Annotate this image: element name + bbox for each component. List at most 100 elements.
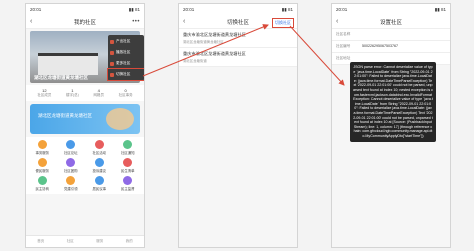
service-item[interactable]: 社区团购	[57, 158, 86, 173]
service-icon	[37, 158, 47, 167]
tab-home[interactable]: 首页	[37, 239, 44, 244]
menu-item-label: 切换社区	[116, 72, 131, 76]
phone-set-community: 20:01 ▮▮ 81 ‹ 设置社区 社区名称 社区编号 500226295067…	[331, 3, 451, 248]
stat-label: 社区事务	[118, 93, 133, 97]
service-item[interactable]: 民生清单	[114, 158, 143, 173]
info-row-name[interactable]: 社区名称	[332, 29, 450, 41]
people-illustration	[106, 108, 134, 130]
stat-item: 4 网格员	[93, 88, 104, 98]
nav-bar: ‹ 设置社区	[332, 15, 450, 29]
stat-label: 社区成员	[37, 93, 52, 97]
service-icon	[94, 140, 104, 149]
status-bar: 20:01 ▮▮ 81	[26, 4, 144, 15]
status-icons: ▮▮ 81	[281, 6, 293, 12]
switch-community-button[interactable]: 切换社区	[272, 18, 294, 28]
menu-icon	[110, 61, 114, 66]
stat-item: 0 社区事务	[119, 88, 133, 98]
tab-community[interactable]: 社区	[67, 239, 74, 244]
community-sub: 湖北区龙塘街道黄龙塘社区	[183, 40, 224, 44]
service-icon	[37, 176, 47, 185]
service-icon	[94, 158, 104, 167]
community-menu: 产出社区 播放社区 更多社区 切换社区	[107, 35, 144, 81]
service-label: 社区论坛	[63, 151, 78, 155]
stat-label: 楼宇(总)	[65, 93, 79, 97]
phone-my-community: 20:01 ▮▮ 81 ‹ 我的社区 ••• 湖北区龙塘街道黄龙塘社区 产出社区…	[25, 3, 145, 248]
error-toast: JSON parse error: Cannot deserialize val…	[350, 62, 436, 142]
community-name: 重庆市渝北区龙塘街道黄龙塘社区	[183, 32, 246, 37]
info-key: 社区名称	[336, 32, 351, 36]
community-stats: 12 社区成员 1 楼宇(总) 4 网格员 0 社区事务	[26, 85, 144, 101]
status-icons: ▮▮ 81	[128, 6, 140, 12]
menu-item-more[interactable]: 更多社区	[108, 58, 144, 69]
service-label: 党建引领	[63, 187, 78, 191]
tab-bar: 首页 社区 服务 我的	[26, 235, 144, 247]
service-icon	[94, 176, 104, 185]
service-item[interactable]: 居民议事	[85, 176, 114, 191]
status-time: 20:01	[336, 7, 348, 12]
tutorial-composite: 20:01 ▮▮ 81 ‹ 我的社区 ••• 湖北区龙塘街道黄龙塘社区 产出社区…	[0, 0, 474, 251]
stat-item: 12 社区成员	[37, 88, 51, 98]
service-grid: 事务服务 社区论坛 社区活动 社区通知便民服务 社区团购 投诉建议 民生清单民主协商 党建引领…	[26, 137, 144, 194]
service-label: 居民议事	[92, 187, 107, 191]
service-icon	[66, 158, 76, 167]
info-key: 社区编号	[336, 44, 351, 48]
community-name: 重庆市渝北区龙塘街道黄龙塘社区	[183, 51, 246, 56]
menu-item-label: 更多社区	[116, 61, 131, 65]
back-icon[interactable]: ‹	[183, 18, 185, 25]
service-item[interactable]: 社区通知	[114, 140, 143, 155]
info-key: 社区地址	[336, 56, 351, 60]
service-label: 民生清单	[120, 169, 135, 173]
nav-bar: ‹ 我的社区 •••	[26, 15, 144, 29]
building-image	[38, 53, 98, 75]
tab-mine[interactable]: 我的	[126, 239, 133, 244]
menu-item-label: 播放社区	[116, 50, 131, 54]
service-label: 事务服务	[35, 151, 50, 155]
status-bar: 20:01 ▮▮ 81	[332, 4, 450, 15]
service-item[interactable]: 社区活动	[85, 140, 114, 155]
community-list-item[interactable]: 重庆市渝北区龙塘街道黄龙塘社区 湖北区龙塘街道黄龙塘社区	[179, 29, 297, 48]
community-list-item[interactable]: 重庆市渝北区龙塘街道黄龙塘社区 湖北区龙塘街道	[179, 48, 297, 67]
service-icon	[66, 140, 76, 149]
service-label: 投诉建议	[92, 169, 107, 173]
service-item[interactable]: 便民服务	[28, 158, 57, 173]
menu-icon	[110, 72, 114, 77]
stat-label: 网格员	[93, 93, 104, 97]
service-icon	[123, 176, 133, 185]
menu-item-switch-community[interactable]: 切换社区	[107, 68, 144, 81]
status-time: 20:01	[30, 7, 42, 12]
status-icons: ▮▮ 81	[434, 6, 446, 12]
status-time: 20:01	[183, 7, 195, 12]
community-sub: 湖北区龙塘街道	[183, 59, 207, 63]
service-item[interactable]: 民主监督	[114, 176, 143, 191]
service-item[interactable]: 党建引领	[57, 176, 86, 191]
service-item[interactable]: 民主协商	[28, 176, 57, 191]
service-item[interactable]: 社区论坛	[57, 140, 86, 155]
menu-item-produce[interactable]: 产出社区	[108, 36, 144, 47]
service-label: 社区通知	[120, 151, 135, 155]
promo-banner[interactable]: 湖北区龙塘街道黄龙塘社区	[30, 104, 140, 134]
promo-text: 湖北区龙塘街道黄龙塘社区	[38, 113, 92, 118]
service-label: 民主协商	[35, 187, 50, 191]
page-title: 设置社区	[379, 19, 402, 26]
menu-item-label: 产出社区	[116, 39, 131, 43]
stat-item: 1 楼宇(总)	[66, 88, 79, 98]
info-row-id[interactable]: 社区编号 500226295067503767	[332, 41, 450, 53]
phone-switch-community: 20:01 ▮▮ 81 ‹ 切换社区 切换社区 重庆市渝北区龙塘街道黄龙塘社区 …	[178, 3, 298, 248]
more-icon[interactable]: •••	[132, 19, 140, 25]
menu-icon	[110, 50, 114, 55]
menu-icon	[110, 39, 114, 44]
banner-caption: 湖北区龙塘街道黄龙塘社区	[34, 75, 88, 80]
service-icon	[123, 158, 133, 167]
service-item[interactable]: 事务服务	[28, 140, 57, 155]
service-icon	[37, 140, 47, 149]
status-bar: 20:01 ▮▮ 81	[179, 4, 297, 15]
back-icon[interactable]: ‹	[336, 18, 338, 25]
menu-item-play[interactable]: 播放社区	[108, 47, 144, 58]
back-icon[interactable]: ‹	[30, 18, 32, 25]
service-item[interactable]: 投诉建议	[85, 158, 114, 173]
service-label: 民主监督	[120, 187, 135, 191]
service-label: 便民服务	[35, 169, 50, 173]
page-title: 我的社区	[73, 19, 96, 26]
service-icon	[66, 176, 76, 185]
tab-service[interactable]: 服务	[96, 239, 103, 244]
